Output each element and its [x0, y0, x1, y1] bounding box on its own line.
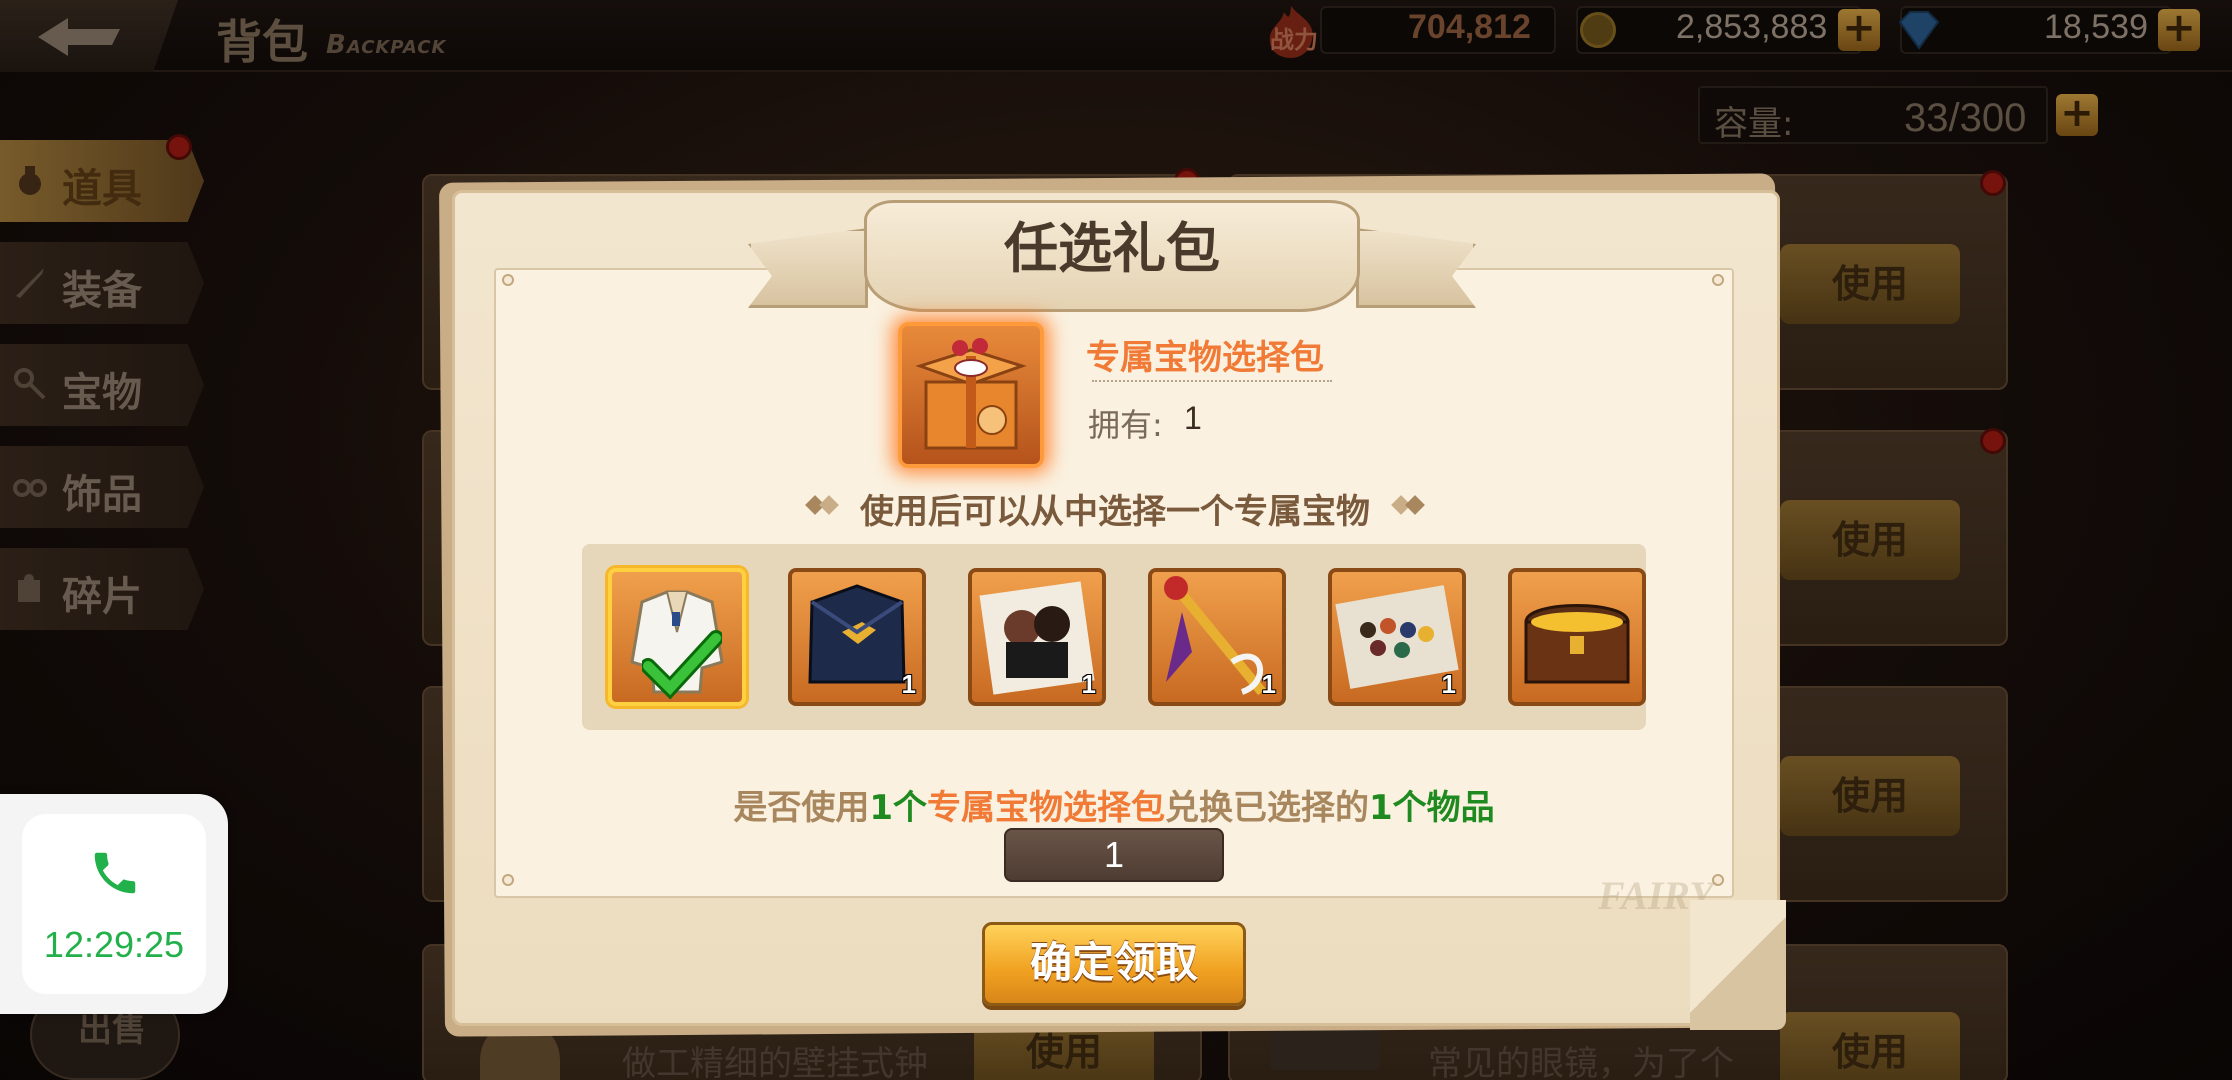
treasure-option[interactable] — [1508, 568, 1646, 706]
confirm-text-result: 1个物品 — [1369, 788, 1495, 828]
treasure-option[interactable] — [608, 568, 746, 706]
treasure-option-count: 1 — [1081, 669, 1096, 699]
treasure-options-list: 1 1 1 1 — [582, 544, 1646, 730]
call-widget-panel — [22, 814, 206, 994]
confirm-text-quantity: 1个 — [869, 788, 927, 828]
gift-pack-name: 专属宝物选择包 — [1086, 338, 1324, 378]
dialog-title: 任选礼包 — [1004, 217, 1220, 280]
panel-corner-dot — [502, 274, 514, 286]
panel-corner-dot — [502, 874, 514, 886]
owned-label: 拥有: — [1088, 406, 1163, 444]
treasure-option-count: 1 — [1261, 669, 1276, 699]
owned-count: 1 — [1184, 400, 1202, 436]
confirm-text-item: 专属宝物选择包 — [927, 788, 1165, 828]
treasure-option-count: 1 — [901, 669, 916, 699]
treasure-option[interactable]: 1 — [1328, 568, 1466, 706]
treasure-option[interactable]: 1 — [788, 568, 926, 706]
phone-icon — [88, 846, 142, 904]
confirm-text-part: 兑换已选择的 — [1165, 788, 1369, 828]
name-divider — [1092, 380, 1332, 382]
confirm-message: 是否使用1个专属宝物选择包兑换已选择的1个物品 — [600, 780, 1628, 829]
quantity-input[interactable]: 1 — [1004, 828, 1224, 882]
treasure-option-count: 1 — [1441, 669, 1456, 699]
panel-corner-dot — [1712, 274, 1724, 286]
gift-pack-icon — [898, 322, 1044, 468]
claim-button[interactable]: 确定领取 — [982, 922, 1246, 1006]
selection-hint: 使用后可以从中选择一个专属宝物 — [860, 492, 1370, 532]
treasure-option[interactable]: 1 — [1148, 568, 1286, 706]
page-curl-decoration — [1690, 900, 1786, 1030]
call-timer: 12:29:25 — [43, 924, 185, 965]
treasure-chest-icon — [1524, 604, 1630, 684]
treasure-option[interactable]: 1 — [968, 568, 1106, 706]
selected-checkmark-icon — [642, 630, 722, 700]
confirm-text-part: 是否使用 — [733, 788, 870, 828]
